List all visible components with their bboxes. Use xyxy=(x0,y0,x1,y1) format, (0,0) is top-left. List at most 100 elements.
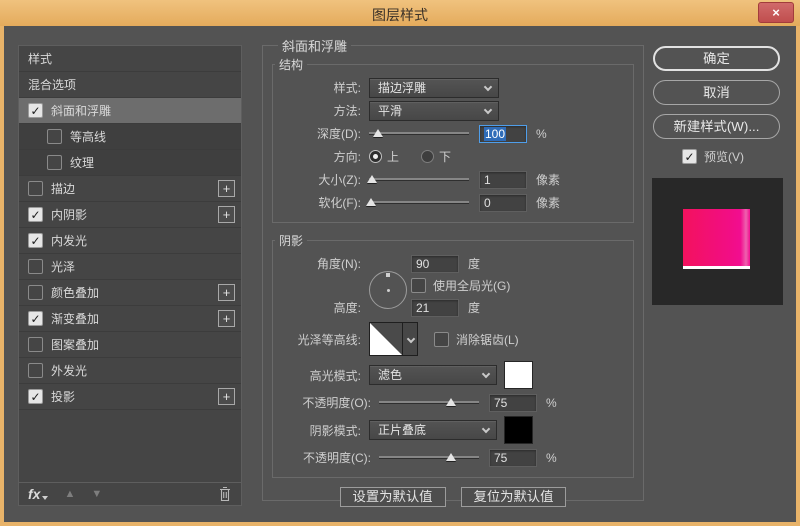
checkbox-checked-icon[interactable]: ✓ xyxy=(28,103,43,118)
size-slider[interactable] xyxy=(367,175,469,183)
size-slider-thumb[interactable] xyxy=(367,175,377,183)
screen: { "window": { "title": "图层样式" }, "icons"… xyxy=(0,0,800,526)
fx-menu-button[interactable]: fx xyxy=(28,486,40,502)
sidebar-item-pattern-overlay[interactable]: 图案叠加 xyxy=(19,332,241,358)
style-preview-swatch xyxy=(683,209,750,269)
contour-thumbnail-icon[interactable] xyxy=(369,322,403,356)
gloss-contour-row: 光泽等高线: 消除锯齿(L) xyxy=(275,319,627,359)
sidebar-item-gradient-overlay[interactable]: ✓ 渐变叠加 + xyxy=(19,306,241,332)
checkbox-unchecked-icon[interactable] xyxy=(28,285,43,300)
direction-label: 方向: xyxy=(333,150,361,164)
checkbox-unchecked-icon[interactable] xyxy=(28,337,43,352)
sidebar-item-satin[interactable]: 光泽 xyxy=(19,254,241,280)
highlight-mode-row: 高光模式: 滤色 xyxy=(275,359,627,391)
checkbox-checked-icon[interactable]: ✓ xyxy=(28,389,43,404)
shadow-opacity-input[interactable]: 75 xyxy=(489,448,537,467)
checkbox-unchecked-icon[interactable] xyxy=(28,181,43,196)
new-style-button[interactable]: 新建样式(W)... xyxy=(653,114,780,139)
checkbox-checked-icon[interactable]: ✓ xyxy=(28,233,43,248)
style-dropdown[interactable]: 描边浮雕 xyxy=(369,77,499,98)
sidebar-item-inner-shadow[interactable]: ✓ 内阴影 + xyxy=(19,202,241,228)
checkbox-unchecked-icon[interactable] xyxy=(28,259,43,274)
sidebar-item-styles[interactable]: 样式 xyxy=(19,46,241,72)
style-label: 样式: xyxy=(333,81,361,95)
checkbox-checked-icon[interactable]: ✓ xyxy=(28,311,43,326)
preview-checkbox-row[interactable]: ✓ 预览(V) xyxy=(682,148,744,165)
soften-unit: 像素 xyxy=(536,196,561,210)
highlight-color-swatch[interactable] xyxy=(504,361,533,389)
effects-list: 样式 混合选项 ✓ 斜面和浮雕 等高线 纹理 描边 + ✓ 内阴影 + ✓ 内发… xyxy=(19,46,241,482)
antialias-checkbox-row[interactable]: 消除锯齿(L) xyxy=(434,331,519,348)
make-default-button[interactable]: 设置为默认值 xyxy=(339,487,446,507)
size-input[interactable]: 1 xyxy=(479,170,527,189)
checkbox-unchecked-icon[interactable] xyxy=(47,155,62,170)
add-effect-instance-button[interactable]: + xyxy=(218,206,235,223)
highlight-opacity-value: 75 xyxy=(494,395,508,410)
move-effect-down-button[interactable]: ▼ xyxy=(91,488,102,500)
depth-slider-thumb[interactable] xyxy=(373,129,383,137)
highlight-opacity-input[interactable]: 75 xyxy=(489,393,537,412)
sidebar-item-stroke[interactable]: 描边 + xyxy=(19,176,241,202)
highlight-mode-dropdown[interactable]: 滤色 xyxy=(369,365,497,385)
sidebar-item-color-overlay[interactable]: 颜色叠加 + xyxy=(19,280,241,306)
gloss-contour-picker[interactable] xyxy=(369,322,418,356)
title-bar[interactable]: 图层样式 × xyxy=(0,0,800,26)
angle-dial[interactable] xyxy=(369,271,407,309)
shadow-color-swatch[interactable] xyxy=(504,416,533,444)
angle-input[interactable]: 90 xyxy=(411,254,459,273)
cancel-button[interactable]: 取消 xyxy=(653,80,780,105)
delete-effect-button[interactable] xyxy=(218,486,232,502)
direction-up-radio[interactable] xyxy=(369,150,382,163)
shadow-opacity-thumb[interactable] xyxy=(446,453,456,461)
ok-button[interactable]: 确定 xyxy=(653,46,780,71)
sidebar-item-outer-glow[interactable]: 外发光 xyxy=(19,358,241,384)
checkbox-unchecked-icon[interactable] xyxy=(434,331,449,347)
sidebar-item-texture[interactable]: 纹理 xyxy=(19,150,241,176)
sidebar-item-blending-options[interactable]: 混合选项 xyxy=(19,72,241,98)
chevron-down-icon xyxy=(406,334,416,344)
soften-row: 软化(F): 0 像素 xyxy=(275,191,627,214)
contour-dropdown-button[interactable] xyxy=(403,322,418,356)
soften-input[interactable]: 0 xyxy=(479,193,527,212)
add-effect-instance-button[interactable]: + xyxy=(218,284,235,301)
checkbox-checked-icon[interactable]: ✓ xyxy=(28,207,43,222)
technique-dropdown[interactable]: 平滑 xyxy=(369,100,499,121)
altitude-row: 高度: 21 度 xyxy=(275,296,627,319)
sidebar-item-inner-glow[interactable]: ✓ 内发光 xyxy=(19,228,241,254)
add-effect-instance-button[interactable]: + xyxy=(218,310,235,327)
sidebar-item-contour[interactable]: 等高线 xyxy=(19,124,241,150)
highlight-opacity-thumb[interactable] xyxy=(446,398,456,406)
shadow-mode-row: 阴影模式: 正片叠底 xyxy=(275,414,627,446)
sidebar-item-label: 样式 xyxy=(28,52,53,66)
shading-group: 阴影 角度(N): 90 度 使用全局光(G) 高度: 21 度 光泽等高线: … xyxy=(272,232,634,478)
add-effect-instance-button[interactable]: + xyxy=(218,180,235,197)
sidebar-item-label: 等高线 xyxy=(70,130,107,144)
soften-slider-thumb[interactable] xyxy=(366,198,376,206)
technique-row: 方法: 平滑 xyxy=(275,99,627,122)
checkbox-unchecked-icon[interactable] xyxy=(47,129,62,144)
depth-slider[interactable] xyxy=(369,129,469,137)
preview-label: 预览(V) xyxy=(704,150,744,164)
altitude-input[interactable]: 21 xyxy=(411,298,459,317)
antialias-label: 消除锯齿(L) xyxy=(456,332,519,347)
checkbox-checked-icon[interactable]: ✓ xyxy=(682,149,697,164)
shadow-opacity-slider[interactable] xyxy=(379,453,479,461)
add-effect-instance-button[interactable]: + xyxy=(218,388,235,405)
chevron-down-icon xyxy=(481,424,491,434)
sidebar-item-drop-shadow[interactable]: ✓ 投影 + xyxy=(19,384,241,410)
soften-slider[interactable] xyxy=(366,198,469,206)
move-effect-up-button[interactable]: ▲ xyxy=(64,488,75,500)
close-button[interactable]: × xyxy=(758,2,794,23)
default-buttons-row: 设置为默认值 复位为默认值 xyxy=(272,487,634,507)
checkbox-unchecked-icon[interactable] xyxy=(28,363,43,378)
sidebar-item-bevel-emboss[interactable]: ✓ 斜面和浮雕 xyxy=(19,98,241,124)
depth-input[interactable]: 100 xyxy=(479,124,527,143)
checkbox-unchecked-icon[interactable] xyxy=(411,278,426,293)
shadow-mode-dropdown[interactable]: 正片叠底 xyxy=(369,420,497,440)
reset-default-button[interactable]: 复位为默认值 xyxy=(460,487,567,507)
highlight-opacity-slider[interactable] xyxy=(379,398,479,406)
direction-down-radio[interactable] xyxy=(421,150,435,163)
global-light-checkbox-row[interactable]: 使用全局光(G) xyxy=(411,277,510,294)
bevel-emboss-panel: 斜面和浮雕 结构 样式: 描边浮雕 方法: 平滑 深度(D): 100 % 方向… xyxy=(262,36,644,507)
altitude-value: 21 xyxy=(416,300,430,315)
